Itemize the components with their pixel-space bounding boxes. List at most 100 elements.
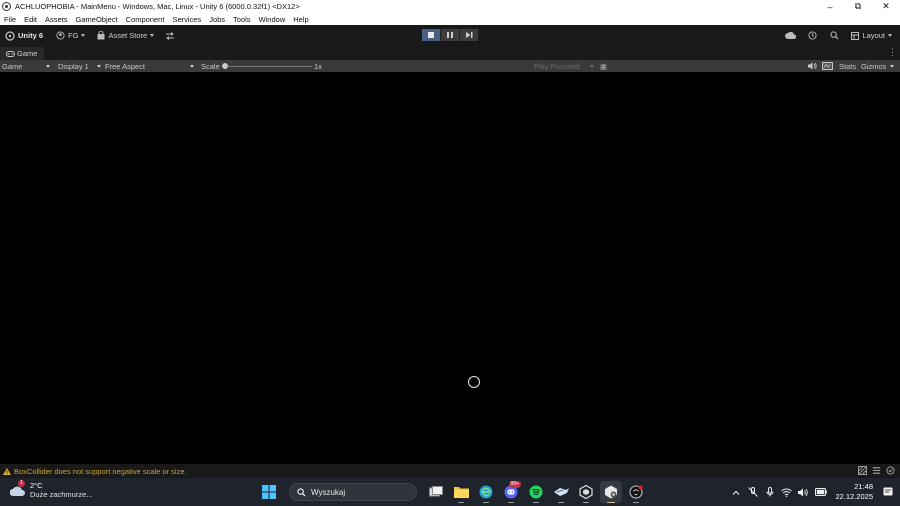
menu-component[interactable]: Component [126, 15, 165, 24]
chevron-down-icon [150, 34, 155, 37]
account-icon [56, 31, 65, 40]
minimize-icon[interactable]: – [816, 0, 844, 13]
display-dropdown[interactable]: Display 1 [58, 60, 102, 72]
aspect-dropdown[interactable]: Free Aspect [105, 60, 196, 72]
menu-bar: File Edit Assets GameObject Component Se… [0, 13, 900, 25]
scale-slider-track[interactable] [226, 66, 312, 67]
unity-button[interactable]: Unity 6 [5, 30, 44, 41]
stats-button[interactable]: Stats [839, 60, 856, 72]
discord-badge: 99+ [508, 481, 521, 488]
gamepad-icon [6, 50, 15, 57]
menu-window[interactable]: Window [259, 15, 286, 24]
history-icon[interactable] [801, 31, 823, 40]
account-dropdown[interactable]: FG [56, 31, 86, 40]
game-app-button[interactable] [625, 481, 647, 503]
checkmark-icon[interactable] [883, 466, 897, 475]
layout-dropdown[interactable]: Layout [851, 31, 892, 40]
steam-icon [553, 488, 569, 496]
unity-hub-icon [579, 485, 593, 499]
running-indicator [458, 501, 464, 503]
step-icon [465, 32, 472, 38]
stop-icon [428, 32, 434, 38]
bug-icon[interactable] [599, 60, 608, 72]
volume-icon[interactable] [795, 488, 812, 497]
spotify-button[interactable] [525, 481, 547, 503]
menu-tools[interactable]: Tools [233, 15, 251, 24]
clock[interactable]: 21:48 22.12.2025 [835, 482, 873, 502]
warning-icon [3, 467, 11, 475]
unity-version-label: Unity 6 [18, 31, 44, 40]
tab-game[interactable]: Game [0, 47, 44, 60]
battery-icon[interactable] [812, 488, 829, 496]
weather-description: Duże zachmurze... [30, 490, 93, 499]
running-indicator [483, 501, 489, 503]
step-button[interactable] [460, 29, 479, 41]
game-app-icon [629, 485, 643, 499]
chevron-down-icon [46, 64, 50, 68]
view-mode-dropdown[interactable]: Game [2, 60, 52, 72]
console-warning-message[interactable]: BoxCollider does not support negative sc… [14, 467, 187, 476]
asset-store-dropdown[interactable]: Asset Store [97, 31, 155, 40]
running-indicator [533, 501, 539, 503]
window-title: ACHLUOPHOBIA - MainMenu - Windows, Mac, … [15, 2, 300, 11]
microphone-muted-icon[interactable] [744, 487, 761, 497]
taskbar: 1 2°C Duże zachmurze... Wyszukaj 99+ 21:… [0, 478, 900, 506]
aspect-label: Free Aspect [105, 61, 146, 71]
menu-assets[interactable]: Assets [45, 15, 68, 24]
layout-icon [851, 31, 860, 40]
unity-editor-button[interactable] [600, 481, 622, 503]
chevron-down-icon [888, 34, 892, 37]
steam-button[interactable] [550, 481, 572, 503]
game-view[interactable] [0, 72, 900, 464]
microphone-icon[interactable] [761, 487, 778, 497]
scale-value: 1x [314, 61, 322, 71]
game-view-toolbar: Game Display 1 Free Aspect Scale 1x Play… [0, 60, 900, 72]
cloud-icon[interactable] [779, 32, 801, 39]
account-label: FG [68, 31, 79, 40]
running-indicator [558, 501, 564, 503]
unity-app-icon [2, 2, 11, 11]
search-icon[interactable] [823, 31, 845, 40]
menu-jobs[interactable]: Jobs [209, 15, 225, 24]
version-control-button[interactable] [165, 31, 178, 40]
edge-icon [479, 485, 493, 499]
weather-widget[interactable]: 1 2°C Duże zachmurze... [9, 480, 93, 499]
cache-server-icon[interactable] [855, 466, 869, 475]
wifi-icon[interactable] [778, 488, 795, 497]
pause-button[interactable] [441, 29, 460, 41]
restore-icon[interactable]: ⧉ [844, 0, 872, 13]
edge-browser-button[interactable] [475, 481, 497, 503]
close-icon[interactable]: ✕ [872, 0, 900, 13]
notification-icon[interactable] [879, 487, 896, 497]
file-explorer-button[interactable] [450, 481, 472, 503]
title-bar: ACHLUOPHOBIA - MainMenu - Windows, Mac, … [0, 0, 900, 13]
task-view-icon [429, 486, 443, 497]
window-controls: – ⧉ ✕ [816, 0, 900, 13]
weather-badge: 1 [18, 480, 25, 487]
menu-edit[interactable]: Edit [24, 15, 37, 24]
pause-icon [447, 32, 453, 38]
scale-slider-handle[interactable] [222, 63, 228, 69]
gizmos-label: Gizmos [861, 61, 887, 71]
start-button[interactable] [258, 481, 280, 503]
gizmos-button[interactable]: Gizmos [861, 60, 895, 72]
task-view-button[interactable] [425, 481, 447, 503]
version-control-icon [166, 31, 175, 40]
play-mode-dropdown[interactable]: Play Focused [534, 60, 596, 72]
progress-icon[interactable] [869, 466, 883, 475]
mute-audio-icon[interactable] [808, 60, 817, 72]
taskbar-apps: Wyszukaj 99+ [258, 481, 650, 503]
taskbar-search-input[interactable]: Wyszukaj [289, 483, 417, 501]
menu-file[interactable]: File [4, 15, 16, 24]
menu-gameobject[interactable]: GameObject [76, 15, 118, 24]
discord-button[interactable]: 99+ [500, 481, 522, 503]
menu-services[interactable]: Services [172, 15, 201, 24]
more-options-icon[interactable]: ⋮ [888, 48, 897, 57]
chevron-down-icon [81, 34, 86, 37]
menu-help[interactable]: Help [293, 15, 308, 24]
unity-hub-button[interactable] [575, 481, 597, 503]
chevron-down-icon [190, 64, 194, 68]
vsync-icon[interactable] [822, 60, 833, 72]
chevron-up-icon[interactable] [727, 490, 744, 495]
stop-button[interactable] [422, 29, 441, 41]
